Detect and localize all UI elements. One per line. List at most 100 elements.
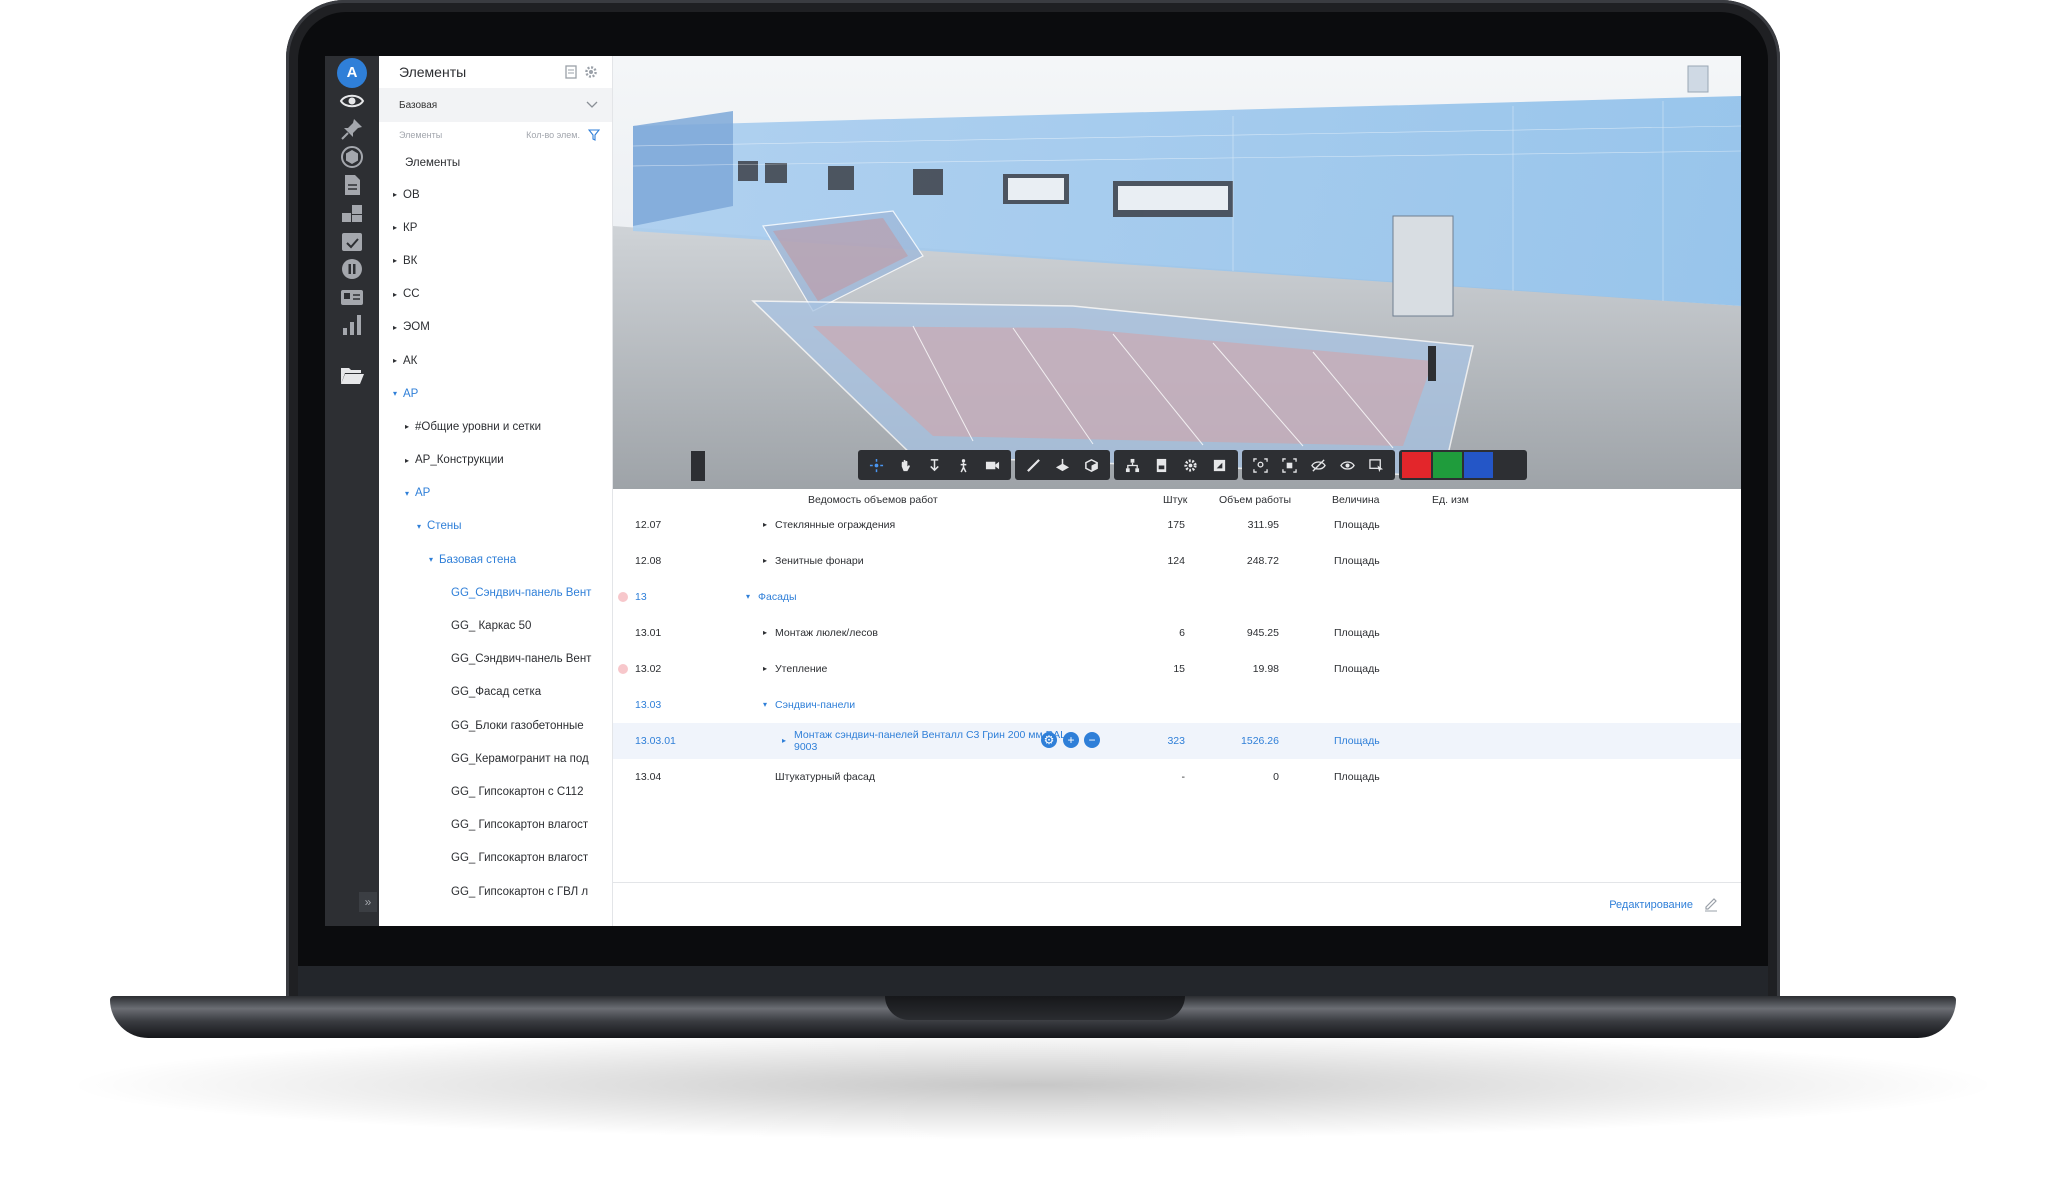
tree-item[interactable]: ▸ КР xyxy=(379,211,612,244)
table-row[interactable]: 13.01 ▸ Монтаж люлек/лесов 6 945.25 Площадь xyxy=(613,615,1741,651)
cube-icon[interactable] xyxy=(339,144,365,170)
select-icon[interactable] xyxy=(1362,450,1391,480)
3d-viewport[interactable] xyxy=(613,56,1741,489)
color-swatch[interactable] xyxy=(1495,452,1524,478)
caret-down-icon[interactable]: ▾ xyxy=(763,700,767,709)
color-swatch[interactable] xyxy=(1464,452,1493,478)
caret-right-icon[interactable]: ▸ xyxy=(393,223,403,232)
zoom-area-icon[interactable] xyxy=(1246,450,1275,480)
focus-icon[interactable] xyxy=(1275,450,1304,480)
caret-down-icon[interactable]: ▾ xyxy=(746,592,750,601)
caret-down-icon[interactable]: ▾ xyxy=(405,489,415,498)
tree-item[interactable]: GG_ Гипсокартон влагост xyxy=(379,809,612,842)
tree-item[interactable]: ▸ АК xyxy=(379,344,612,377)
row-name: Монтаж люлек/лесов xyxy=(775,627,878,639)
tree-item[interactable]: ▾ Стены xyxy=(379,510,612,543)
camera-icon[interactable] xyxy=(978,450,1007,480)
tree-item[interactable]: GG_ Гипсокартон влагост xyxy=(379,842,612,875)
filter-icon[interactable] xyxy=(588,129,600,141)
header-volume[interactable]: Объем работы xyxy=(1219,494,1291,506)
table-row[interactable]: 13.02 ▸ Утепление 15 19.98 Площадь xyxy=(613,651,1741,687)
tree-item[interactable]: GG_Керамогранит на под xyxy=(379,742,612,775)
tree-item[interactable]: ▸ ЭОМ xyxy=(379,311,612,344)
preset-select[interactable]: Базовая xyxy=(379,88,612,122)
tree-item[interactable]: ▾ АР xyxy=(379,477,612,510)
tree-item[interactable]: ▾ АР xyxy=(379,377,612,410)
tree-item[interactable]: GG_Блоки газобетонные xyxy=(379,709,612,742)
table-row[interactable]: 13.04 Штукатурный фасад - 0 Площадь xyxy=(613,759,1741,795)
caret-down-icon[interactable]: ▾ xyxy=(417,522,427,531)
orbit-icon[interactable] xyxy=(862,450,891,480)
caret-right-icon[interactable]: ▸ xyxy=(393,290,403,299)
section-box-icon[interactable] xyxy=(1077,450,1106,480)
tree-item[interactable]: ▾ Базовая стена xyxy=(379,543,612,576)
list-view-icon[interactable] xyxy=(564,65,578,79)
fullscreen-icon[interactable] xyxy=(1205,450,1234,480)
caret-right-icon[interactable]: ▸ xyxy=(782,736,786,745)
tree-item[interactable]: GG_Сэндвич-панель Вент xyxy=(379,643,612,676)
hide-icon[interactable] xyxy=(1304,450,1333,480)
pin-icon[interactable] xyxy=(339,116,365,142)
pencil-icon[interactable] xyxy=(1703,896,1719,912)
table-row[interactable]: 12.07 ▸ Стеклянные ограждения 175 311.95 Площ… xyxy=(613,507,1741,543)
app-logo[interactable]: A xyxy=(337,58,367,88)
caret-right-icon[interactable]: ▸ xyxy=(405,456,415,465)
calendar-icon[interactable] xyxy=(339,228,365,254)
tree-item[interactable]: GG_ Гипсокартон с ГВЛ л xyxy=(379,875,612,908)
caret-right-icon[interactable]: ▸ xyxy=(405,422,415,431)
walk-down-icon[interactable] xyxy=(920,450,949,480)
table-row[interactable]: 13.03 ▾ Сэндвич-панели xyxy=(613,687,1741,723)
tree-item[interactable]: ▸ ОВ xyxy=(379,178,612,211)
caret-right-icon[interactable]: ▸ xyxy=(393,323,403,332)
tree-root[interactable]: Элементы xyxy=(379,148,612,178)
table-row[interactable]: 12.08 ▸ Зенитные фонари 124 248.72 Площадь xyxy=(613,543,1741,579)
caret-right-icon[interactable]: ▸ xyxy=(763,664,767,673)
row-volume: 248.72 xyxy=(1246,555,1279,567)
file-icon[interactable] xyxy=(1147,450,1176,480)
caret-right-icon[interactable]: ▸ xyxy=(393,356,403,365)
settings-round-icon[interactable]: ⚙ xyxy=(1041,732,1057,748)
gear-icon[interactable] xyxy=(584,65,598,79)
tree-item[interactable]: ▸ АР_Конструкции xyxy=(379,444,612,477)
remove-icon[interactable]: − xyxy=(1084,732,1100,748)
table-row[interactable]: 13.03.01 ▸ Монтаж сэндвич-панелей Венталл … xyxy=(613,723,1741,759)
caret-down-icon[interactable]: ▾ xyxy=(429,555,439,564)
id-card-icon[interactable] xyxy=(339,284,365,310)
tree-item[interactable]: GG_Фасад сетка xyxy=(379,676,612,709)
caret-right-icon[interactable]: ▸ xyxy=(763,628,767,637)
tree-item[interactable]: ▸ СС xyxy=(379,278,612,311)
settings-icon[interactable] xyxy=(1176,450,1205,480)
header-unit[interactable]: Ед. изм xyxy=(1432,494,1469,506)
expand-rail-button[interactable]: » xyxy=(359,892,377,912)
add-icon[interactable]: + xyxy=(1063,732,1079,748)
person-icon[interactable] xyxy=(949,450,978,480)
eye-icon[interactable] xyxy=(339,88,365,114)
table-row[interactable]: 13 ▾ Фасады xyxy=(613,579,1741,615)
bar-chart-icon[interactable] xyxy=(339,312,365,338)
edit-button[interactable]: Редактирование xyxy=(1609,899,1693,911)
layers-icon[interactable] xyxy=(339,200,365,226)
show-icon[interactable] xyxy=(1333,450,1362,480)
measure-icon[interactable] xyxy=(1019,450,1048,480)
header-count[interactable]: Штук xyxy=(1163,494,1187,506)
folder-icon[interactable] xyxy=(339,362,365,388)
tree-item[interactable]: ▸ #Общие уровни и сетки xyxy=(379,410,612,443)
tree-item[interactable]: GG_Сэндвич-панель Вент xyxy=(379,576,612,609)
document-icon[interactable] xyxy=(339,172,365,198)
caret-right-icon[interactable]: ▸ xyxy=(763,556,767,565)
header-name[interactable]: Ведомость объемов работ xyxy=(808,494,938,506)
tree-icon[interactable] xyxy=(1118,450,1147,480)
color-swatch[interactable] xyxy=(1433,452,1462,478)
caret-right-icon[interactable]: ▸ xyxy=(393,256,403,265)
section-plane-icon[interactable] xyxy=(1048,450,1077,480)
tree-item[interactable]: GG_ Гипсокартон с С112 xyxy=(379,775,612,808)
caret-right-icon[interactable]: ▸ xyxy=(393,190,403,199)
color-swatch[interactable] xyxy=(1402,452,1431,478)
caret-down-icon[interactable]: ▾ xyxy=(393,389,403,398)
caret-right-icon[interactable]: ▸ xyxy=(763,520,767,529)
tree-item[interactable]: GG_ Каркас 50 xyxy=(379,609,612,642)
pan-icon[interactable] xyxy=(891,450,920,480)
tree-item[interactable]: ▸ ВК xyxy=(379,244,612,277)
pause-icon[interactable] xyxy=(339,256,365,282)
header-quantity[interactable]: Величина xyxy=(1332,494,1379,506)
